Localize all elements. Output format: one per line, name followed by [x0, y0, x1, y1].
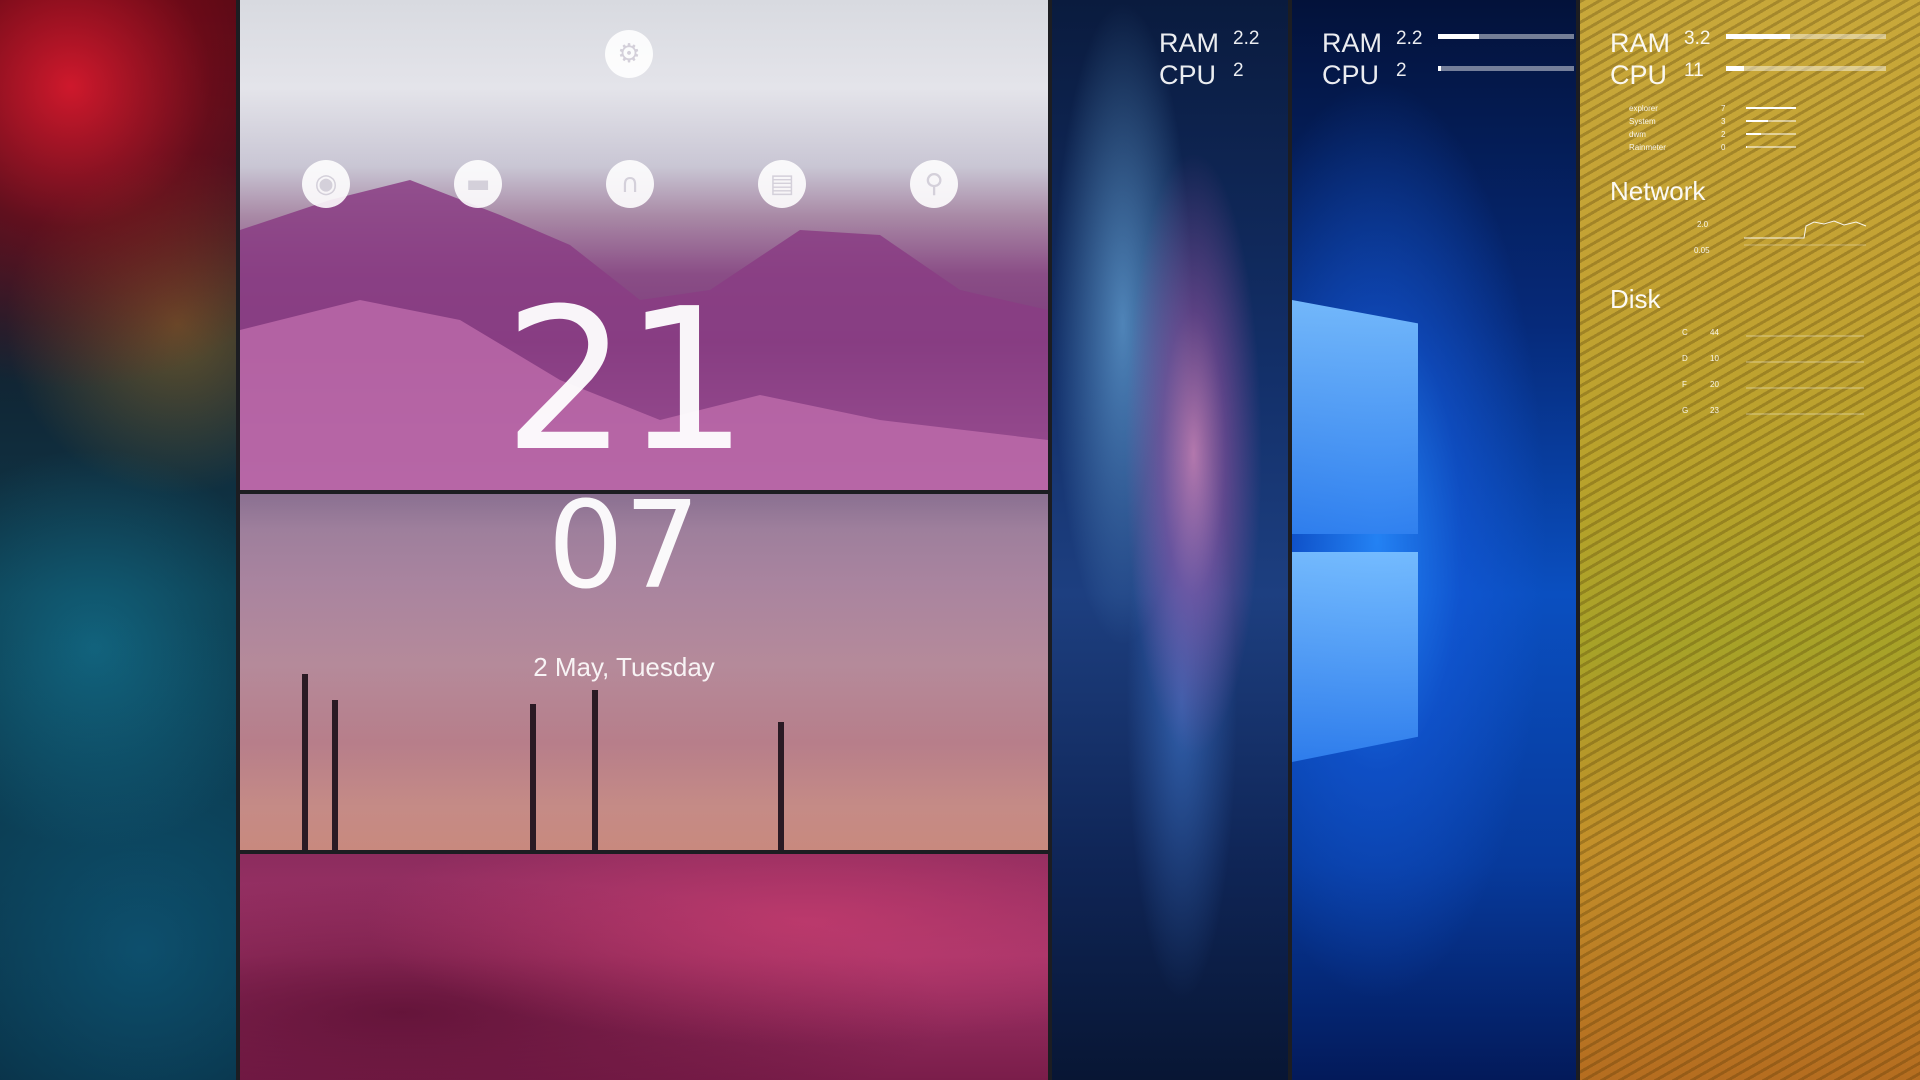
process-bar — [1746, 107, 1796, 109]
disk-activity-graph — [1746, 335, 1864, 415]
disk-letter: G — [1682, 406, 1689, 415]
space-wallpaper-panel — [0, 0, 236, 1080]
network-down-value: 0.05 — [1694, 246, 1710, 255]
process-bar-fill — [1746, 146, 1747, 148]
process-row: dwm 2 — [1629, 130, 1741, 139]
network-title: Network — [1610, 176, 1706, 206]
hills-wallpaper-panel — [240, 854, 1048, 1080]
clock-minute: 07 — [547, 477, 701, 616]
disk-letter: F — [1682, 380, 1687, 389]
ram-bar — [1438, 34, 1574, 39]
process-bar — [1746, 133, 1796, 135]
gear-icon: ⚙ — [617, 39, 641, 69]
tree-silhouette — [332, 700, 338, 850]
ram-bar-fill — [1438, 34, 1479, 39]
cpu-label: CPU — [1322, 60, 1380, 90]
ram-value: 2.2 — [1233, 28, 1260, 49]
network-graph — [1744, 220, 1867, 246]
launcher-files-button[interactable]: ▬ — [454, 160, 502, 208]
ram-meter: RAM 3.2 — [1610, 28, 1710, 59]
cpu-value: 2 — [1233, 60, 1244, 81]
launcher-documents-button[interactable]: ▤ — [758, 160, 806, 208]
process-value: 7 — [1721, 104, 1726, 113]
cpu-bar — [1726, 66, 1886, 71]
process-name: System — [1629, 117, 1656, 126]
windows-wallpaper-panel — [1292, 0, 1576, 1080]
ram-bar — [1726, 34, 1886, 39]
ram-bar-fill — [1726, 34, 1790, 39]
process-row: System 3 — [1629, 117, 1741, 126]
cpu-bar-fill — [1726, 66, 1744, 71]
process-name: Rainmeter — [1629, 143, 1666, 152]
ram-meter: RAM 2.2 — [1322, 28, 1422, 59]
tree-silhouette — [530, 704, 536, 850]
disk-row: C 44 — [1682, 328, 1719, 337]
process-row: Rainmeter 0 — [1629, 143, 1741, 152]
disk-value: 20 — [1710, 380, 1719, 389]
disk-title: Disk — [1610, 284, 1661, 314]
ram-label: RAM — [1322, 28, 1382, 58]
windows-logo-pane — [1292, 300, 1418, 534]
cpu-meter: CPU 2 — [1322, 60, 1407, 91]
ram-value: 2.2 — [1396, 28, 1423, 49]
process-bar — [1746, 120, 1796, 122]
process-name: explorer — [1629, 104, 1658, 113]
process-value: 2 — [1721, 130, 1726, 139]
disk-value: 10 — [1710, 354, 1719, 363]
cpu-label: CPU — [1159, 60, 1217, 90]
disk-letter: C — [1682, 328, 1688, 337]
launcher-steam-button[interactable]: ⚲ — [910, 160, 958, 208]
clock-hour: 21 — [503, 267, 748, 495]
clock-date: 2 May, Tuesday — [533, 652, 715, 682]
process-bar-fill — [1746, 133, 1761, 135]
gold-wallpaper-panel — [1580, 0, 1920, 1080]
ram-value: 3.2 — [1684, 28, 1711, 49]
cpu-meter: CPU 11 — [1610, 60, 1704, 91]
launcher-music-button[interactable]: ∩ — [606, 160, 654, 208]
cpu-bar-fill — [1438, 66, 1441, 71]
process-bar-fill — [1746, 120, 1768, 122]
ram-label: RAM — [1159, 28, 1219, 58]
process-value: 3 — [1721, 117, 1726, 126]
cpu-value: 2 — [1396, 60, 1407, 81]
cpu-value: 11 — [1684, 60, 1704, 81]
folder-icon: ▬ — [465, 169, 491, 199]
launcher-firefox-button[interactable]: ◉ — [302, 160, 350, 208]
cpu-meter: CPU 2 — [1159, 60, 1244, 91]
process-name: dwm — [1629, 130, 1646, 139]
ram-label: RAM — [1610, 28, 1670, 58]
disk-value: 44 — [1710, 328, 1719, 337]
ram-meter: RAM 2.2 — [1159, 28, 1259, 59]
cpu-bar — [1438, 66, 1574, 71]
network-up-value: 2.0 — [1697, 220, 1709, 229]
disk-row: F 20 — [1682, 380, 1719, 389]
disk-row: D 10 — [1682, 354, 1719, 363]
tree-silhouette — [778, 722, 784, 850]
cpu-label: CPU — [1610, 60, 1668, 90]
settings-button[interactable]: ⚙ — [605, 30, 653, 78]
firefox-icon: ◉ — [314, 169, 338, 199]
tree-silhouette — [592, 690, 598, 850]
nebula-wallpaper-panel — [1052, 0, 1288, 1080]
steam-icon: ⚲ — [924, 169, 944, 199]
disk-row: G 23 — [1682, 406, 1719, 415]
disk-letter: D — [1682, 354, 1688, 363]
process-value: 0 — [1721, 143, 1726, 152]
headphones-icon: ∩ — [620, 169, 640, 199]
windows-logo-pane — [1292, 552, 1418, 762]
document-icon: ▤ — [769, 169, 795, 199]
tree-silhouette — [302, 674, 308, 850]
process-row: explorer 7 — [1629, 104, 1741, 113]
disk-value: 23 — [1710, 406, 1719, 415]
process-bar — [1746, 146, 1796, 148]
process-bar-fill — [1746, 107, 1796, 109]
